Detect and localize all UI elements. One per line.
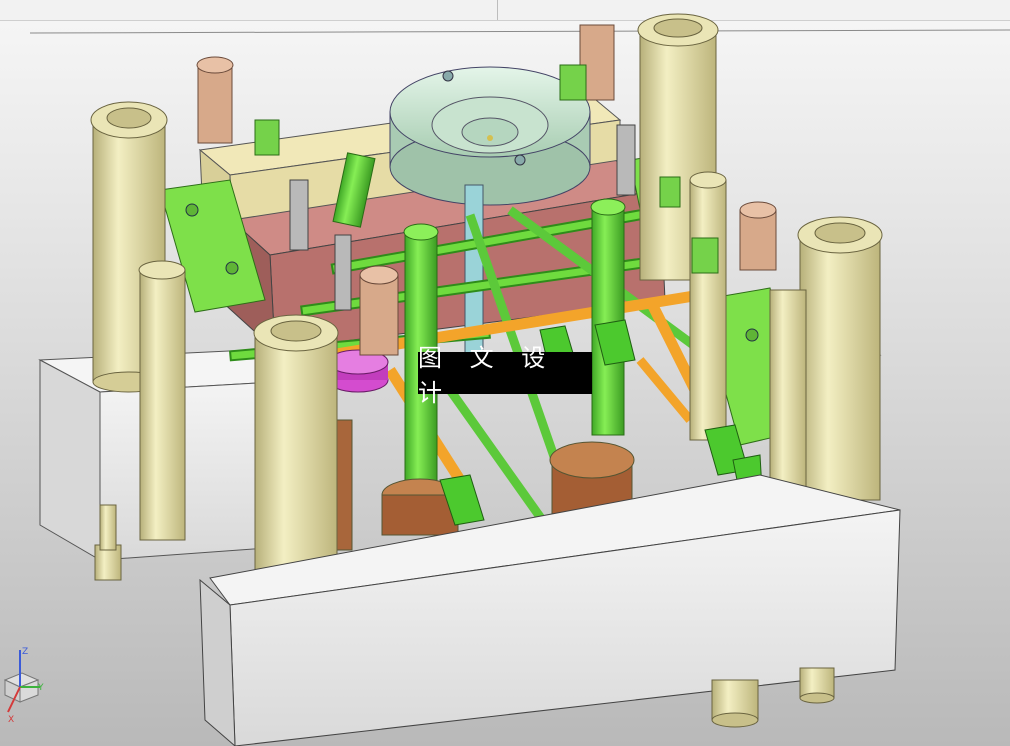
axis-y-label: Y <box>37 683 44 693</box>
watermark-caption: 图 文 设 计 <box>418 344 592 407</box>
axis-z-label: Z <box>22 647 28 657</box>
view-triad[interactable]: Z Y X <box>0 640 60 730</box>
guide-pillar-right-front[interactable] <box>797 216 883 501</box>
horizon-edge <box>29 29 1010 34</box>
guide-pillar-left-front[interactable] <box>253 314 339 596</box>
watermark-text: 图 文 设 计 <box>418 344 556 407</box>
axis-x-label: X <box>8 715 14 725</box>
